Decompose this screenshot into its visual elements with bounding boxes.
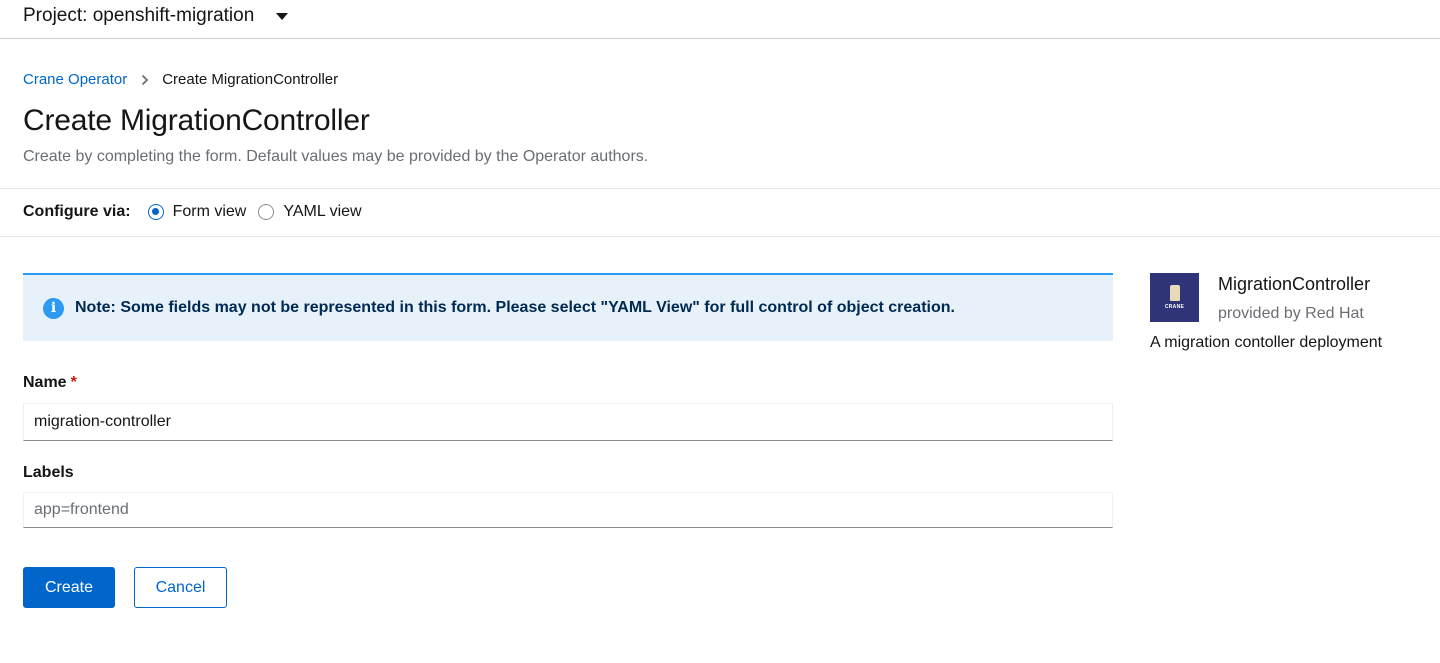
info-circle-icon: i <box>43 297 64 319</box>
configure-via: Configure via: Form view YAML view <box>23 203 374 221</box>
radio-form-view-label: Form view <box>172 203 247 220</box>
breadcrumb: Crane Operator Create MigrationControlle… <box>23 71 338 88</box>
name-label-text: Name <box>23 374 67 391</box>
labels-input[interactable] <box>23 492 1113 528</box>
radio-yaml-view-label: YAML view <box>283 203 362 220</box>
cancel-button[interactable]: Cancel <box>134 567 227 608</box>
crane-logo: CRANE <box>1150 273 1199 322</box>
page-subtitle: Create by completing the form. Default v… <box>23 148 649 165</box>
project-bar: Project: openshift-migration <box>0 0 1440 39</box>
operator-provider: provided by Red Hat <box>1218 305 1364 322</box>
radio-yaml-view-control[interactable] <box>258 204 275 220</box>
create-button[interactable]: Create <box>23 567 115 608</box>
page-title: Create MigrationController <box>23 104 370 137</box>
breadcrumb-current: Create MigrationController <box>162 71 339 88</box>
crane-logo-glyph <box>1169 285 1180 301</box>
project-selector[interactable]: Project: openshift-migration <box>23 4 289 28</box>
configure-via-label: Configure via: <box>23 203 131 220</box>
radio-yaml-view[interactable]: YAML view <box>258 203 362 221</box>
project-selector-label: Project: openshift-migration <box>23 5 255 26</box>
chevron-right-icon <box>141 74 149 86</box>
labels-field-label: Labels <box>23 464 74 482</box>
info-alert: i Note: Some fields may not be represent… <box>23 273 1113 341</box>
breadcrumb-link-crane-operator[interactable]: Crane Operator <box>23 71 127 88</box>
alert-message: Note: Some fields may not be represented… <box>75 299 955 316</box>
divider <box>0 188 1440 189</box>
name-field-label: Name * <box>23 374 77 392</box>
caret-down-icon <box>276 12 289 20</box>
required-marker: * <box>70 374 77 391</box>
radio-form-view[interactable]: Form view <box>147 203 247 221</box>
divider <box>0 236 1440 237</box>
operator-resource-name: MigrationController <box>1218 274 1371 294</box>
crane-logo-text: CRANE <box>1164 304 1185 310</box>
labels-label-text: Labels <box>23 464 74 481</box>
name-input[interactable] <box>23 403 1113 441</box>
radio-form-view-control[interactable] <box>147 204 164 220</box>
operator-description: A migration contoller deployment <box>1150 334 1383 351</box>
